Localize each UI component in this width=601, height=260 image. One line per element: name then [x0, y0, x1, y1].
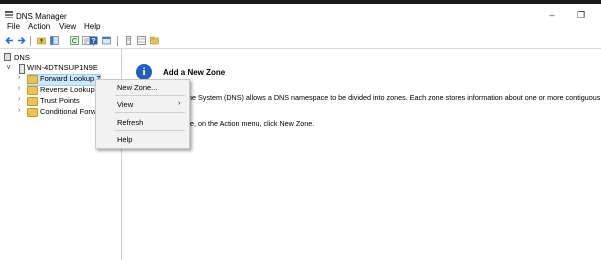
- folder-icon[interactable]: [150, 36, 159, 45]
- collapse-chevron-icon[interactable]: ∨: [6, 63, 11, 71]
- panel-instruction: ne, on the Action menu, click New Zone.: [186, 119, 315, 128]
- panel-title: Add a New Zone: [163, 68, 226, 77]
- back-arrow-icon[interactable]: [5, 36, 14, 45]
- tree-root-dns[interactable]: DNS: [14, 53, 30, 62]
- tree-item-forward-lookup[interactable]: Forward Lookup Z: [40, 74, 101, 83]
- menu-separator: [115, 95, 185, 96]
- context-menu: New Zone... View › Refresh Help: [95, 79, 190, 149]
- zone-icon[interactable]: [137, 36, 146, 45]
- ctx-help[interactable]: Help: [117, 135, 132, 144]
- expand-chevron-icon[interactable]: ›: [18, 74, 20, 81]
- ctx-view[interactable]: View: [117, 100, 133, 109]
- toolbar-separator: [117, 36, 118, 46]
- info-icon: i: [136, 64, 152, 80]
- properties-icon[interactable]: [102, 36, 111, 45]
- toolbar-separator: [30, 36, 31, 46]
- title-bar: DNS Manager – ❐: [0, 4, 601, 21]
- details-pane: [122, 49, 601, 260]
- svg-text:?: ?: [91, 38, 95, 45]
- folder-icon: [27, 75, 38, 84]
- dns-root-icon: [4, 53, 11, 61]
- folder-icon: [27, 97, 38, 106]
- show-hide-console-tree-icon[interactable]: [50, 36, 59, 45]
- menu-separator: [115, 130, 185, 131]
- expand-chevron-icon[interactable]: ›: [18, 107, 20, 114]
- server-icon: [19, 64, 25, 74]
- submenu-arrow-icon: ›: [178, 100, 181, 107]
- forward-arrow-icon[interactable]: [17, 36, 26, 45]
- tree-server[interactable]: WIN-4DTNSUP1N9E: [27, 63, 98, 72]
- ctx-new-zone[interactable]: New Zone...: [117, 83, 157, 92]
- panel-description: me System (DNS) allows a DNS namespace t…: [186, 93, 601, 102]
- menu-separator: [115, 112, 185, 113]
- menu-action[interactable]: Action: [28, 22, 50, 31]
- folder-icon: [27, 86, 38, 95]
- up-folder-icon[interactable]: [37, 36, 46, 45]
- folder-icon: [27, 108, 38, 117]
- tree-item-trust-points[interactable]: Trust Points: [40, 96, 80, 105]
- refresh-icon[interactable]: [70, 36, 79, 45]
- tree-item-reverse-lookup[interactable]: Reverse Lookup Z: [40, 85, 101, 94]
- expand-chevron-icon[interactable]: ›: [18, 96, 20, 103]
- menu-file[interactable]: File: [7, 22, 20, 31]
- menu-view[interactable]: View: [59, 22, 76, 31]
- expand-chevron-icon[interactable]: ›: [18, 85, 20, 92]
- ctx-refresh[interactable]: Refresh: [117, 118, 143, 127]
- menu-help[interactable]: Help: [84, 22, 100, 31]
- server-list-icon[interactable]: [124, 36, 133, 45]
- tree-item-conditional-forwarders[interactable]: Conditional Forw: [40, 107, 96, 116]
- dns-app-icon: [5, 11, 13, 18]
- help-icon[interactable]: ?: [89, 36, 98, 45]
